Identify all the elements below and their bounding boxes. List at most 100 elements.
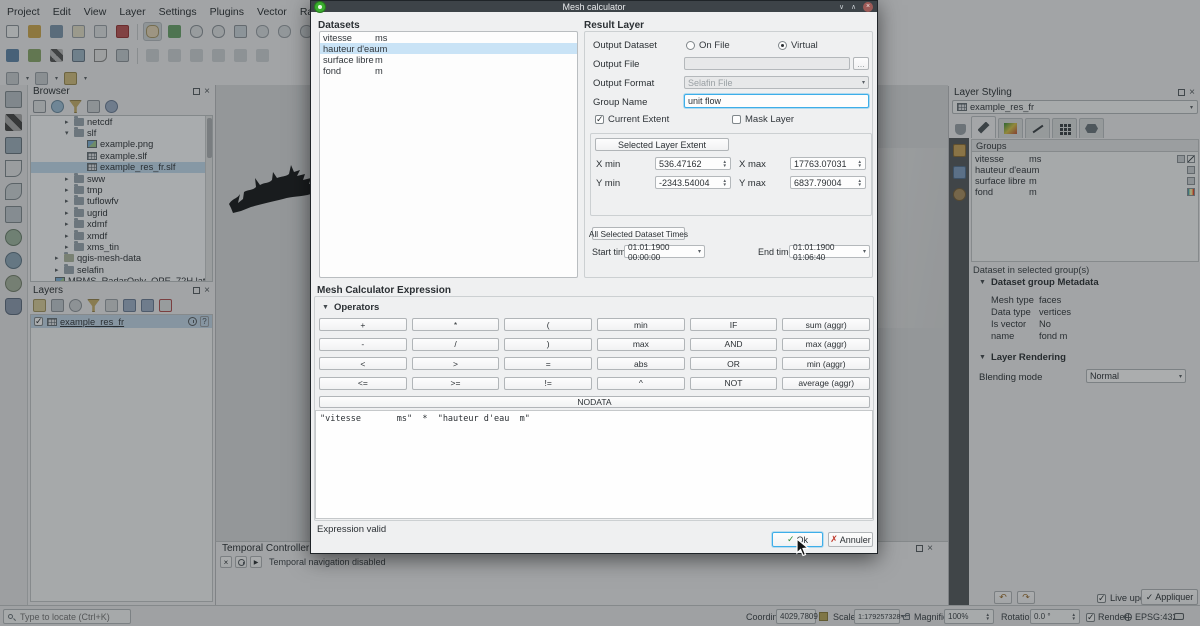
dataset-name: vitesse [323, 33, 375, 43]
virtual-label: Virtual [791, 40, 818, 51]
op-multiply-button[interactable]: * [412, 318, 500, 331]
xmax-value: 17763.07031 [794, 159, 847, 169]
result-layer-header: Result Layer [584, 20, 644, 31]
end-time-select[interactable]: 01.01.1900 01:06:40▾ [789, 245, 870, 258]
op-nodata-button[interactable]: NODATA [319, 396, 870, 408]
dataset-name: surface libre [323, 55, 375, 65]
operators-section-header[interactable]: ▼ Operators [322, 302, 379, 313]
on-file-radio[interactable] [686, 41, 695, 50]
spin-down-icon[interactable]: ▼ [858, 164, 862, 168]
end-time-value: 01.01.1900 01:06:40 [793, 242, 863, 262]
spin-down-icon[interactable]: ▼ [858, 183, 862, 187]
dialog-titlebar[interactable]: Mesh calculator [311, 1, 877, 12]
group-name-label: Group Name [593, 97, 647, 108]
op-greater-than-button[interactable]: > [412, 357, 500, 370]
mouse-cursor [796, 538, 810, 558]
group-name-input[interactable]: unit flow [684, 94, 869, 108]
check-icon: ✓ [787, 534, 795, 545]
mask-layer-label: Mask Layer [745, 114, 794, 125]
group-name-value: unit flow [688, 96, 721, 106]
selected-layer-extent-button[interactable]: Selected Layer Extent [595, 138, 729, 151]
ymax-label: Y max [739, 178, 766, 189]
xmin-label: X min [596, 159, 620, 170]
cancel-button[interactable]: ✗ Annuler [828, 532, 873, 547]
op-minus-button[interactable]: - [319, 338, 407, 351]
output-format-value: Selafin File [688, 78, 733, 88]
op-less-equal-button[interactable]: <= [319, 377, 407, 390]
dataset-item-vitesse[interactable]: vitessems [320, 32, 577, 43]
ymax-input[interactable]: 6837.79004▲▼ [790, 176, 866, 189]
op-max-aggr-button[interactable]: max (aggr) [782, 338, 870, 351]
dataset-unit: ms [375, 33, 387, 43]
qgis-window: Project Edit View Layer Settings Plugins… [0, 0, 1200, 626]
ymin-input[interactable]: -2343.54004▲▼ [655, 176, 731, 189]
dataset-item-surface-libre[interactable]: surface librem [320, 54, 577, 65]
datasets-header: Datasets [318, 20, 360, 31]
mask-layer-checkbox[interactable] [732, 115, 741, 124]
chevron-down-icon: ▾ [698, 248, 701, 255]
expression-textarea[interactable]: "vitesse ms" * "hauteur d'eau m" [315, 410, 873, 519]
dataset-name: hauteur d'eau [323, 44, 380, 54]
dataset-item-hauteur[interactable]: hauteur d'eaum [320, 43, 577, 54]
output-file-label: Output File [593, 59, 639, 70]
operators-grid: + * ( min IF sum (aggr) - / ) max AND ma… [319, 318, 870, 396]
on-file-label: On File [699, 40, 730, 51]
qgis-logo-icon [314, 1, 326, 13]
op-not-equal-button[interactable]: != [504, 377, 592, 390]
xmax-label: X max [739, 159, 766, 170]
output-file-input[interactable] [684, 57, 850, 70]
op-and-button[interactable]: AND [690, 338, 778, 351]
window-shade-icon[interactable]: ∨ [839, 3, 844, 11]
dataset-unit: m [380, 44, 388, 54]
op-average-aggr-button[interactable]: average (aggr) [782, 377, 870, 390]
op-less-than-button[interactable]: < [319, 357, 407, 370]
op-plus-button[interactable]: + [319, 318, 407, 331]
expression-status: Expression valid [317, 524, 386, 535]
output-format-select[interactable]: Selafin File ▾ [684, 76, 869, 89]
op-power-button[interactable]: ^ [597, 377, 685, 390]
op-divide-button[interactable]: / [412, 338, 500, 351]
current-extent-label: Current Extent [608, 114, 669, 125]
operators-header-label: Operators [334, 302, 379, 313]
op-greater-equal-button[interactable]: >= [412, 377, 500, 390]
current-extent-checkbox[interactable] [595, 115, 604, 124]
window-close-icon[interactable]: × [863, 2, 873, 12]
times-button-label: All Selected Dataset Times [589, 229, 688, 239]
op-open-paren-button[interactable]: ( [504, 318, 592, 331]
op-not-button[interactable]: NOT [690, 377, 778, 390]
window-unshade-icon[interactable]: ∧ [851, 3, 856, 11]
op-equals-button[interactable]: = [504, 357, 592, 370]
expression-header: Mesh Calculator Expression [317, 285, 451, 296]
ymin-label: Y min [596, 178, 620, 189]
op-or-button[interactable]: OR [690, 357, 778, 370]
chevron-down-icon: ▾ [863, 248, 866, 255]
spin-down-icon[interactable]: ▼ [723, 183, 727, 187]
start-time-value: 01.01.1900 00:00:00 [628, 242, 698, 262]
start-time-select[interactable]: 01.01.1900 00:00:00▾ [624, 245, 705, 258]
op-if-button[interactable]: IF [690, 318, 778, 331]
browse-label: ... [857, 59, 865, 69]
dataset-unit: m [375, 66, 383, 76]
op-abs-button[interactable]: abs [597, 357, 685, 370]
output-dataset-label: Output Dataset [593, 40, 657, 51]
op-min-button[interactable]: min [597, 318, 685, 331]
xmax-input[interactable]: 17763.07031▲▼ [790, 157, 866, 170]
op-max-button[interactable]: max [597, 338, 685, 351]
browse-output-file-button[interactable]: ... [853, 57, 869, 70]
extent-button-label: Selected Layer Extent [618, 140, 706, 150]
output-format-label: Output Format [593, 78, 654, 89]
op-min-aggr-button[interactable]: min (aggr) [782, 357, 870, 370]
x-icon: ✗ [830, 534, 838, 545]
all-dataset-times-button[interactable]: All Selected Dataset Times [592, 227, 685, 240]
op-close-paren-button[interactable]: ) [504, 338, 592, 351]
dataset-item-fond[interactable]: fondm [320, 65, 577, 76]
spin-down-icon[interactable]: ▼ [723, 164, 727, 168]
cancel-button-label: Annuler [840, 535, 871, 545]
xmin-input[interactable]: 536.47162▲▼ [655, 157, 731, 170]
chevron-down-icon: ▾ [862, 79, 865, 86]
virtual-radio[interactable] [778, 41, 787, 50]
ymin-value: -2343.54004 [659, 178, 710, 188]
dataset-name: fond [323, 66, 375, 76]
op-sum-aggr-button[interactable]: sum (aggr) [782, 318, 870, 331]
datasets-list[interactable]: vitessems hauteur d'eaum surface librem … [319, 31, 578, 278]
